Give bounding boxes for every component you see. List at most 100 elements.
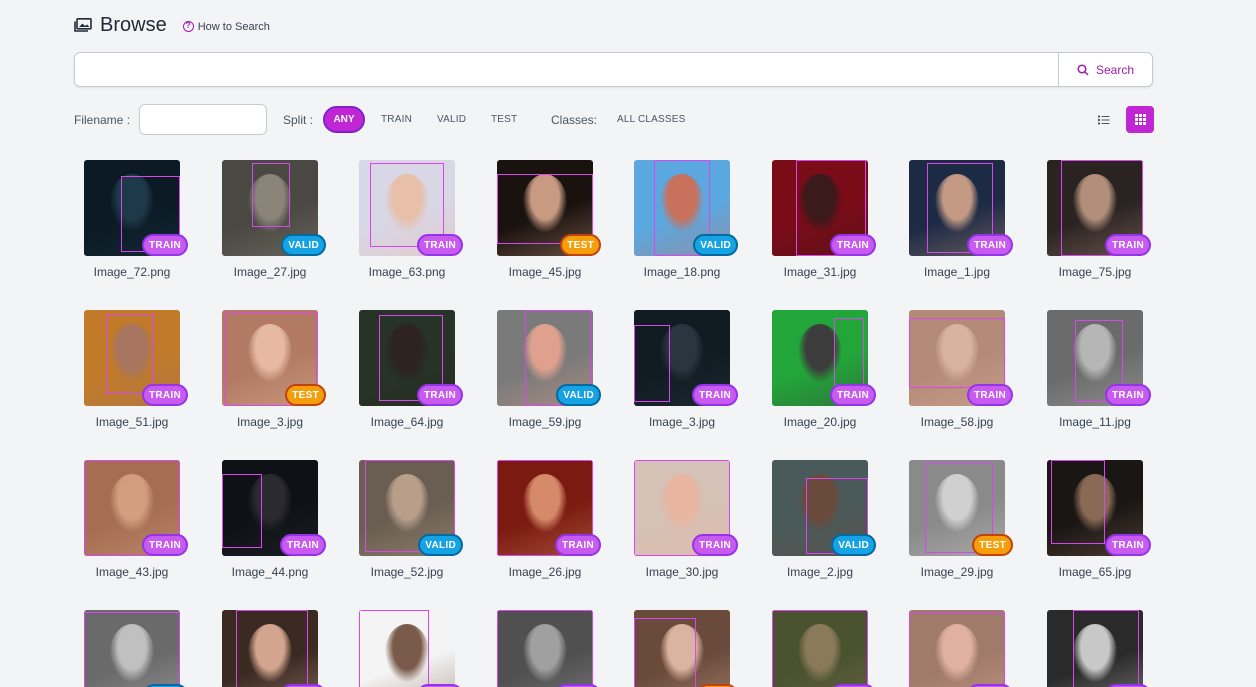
list-view-icon[interactable] [1098,114,1110,126]
image-card[interactable]: TRAIN [1047,610,1151,687]
split-any-button[interactable]: ANY [323,106,365,133]
image-filename: Image_2.jpg [786,565,854,579]
image-thumbnail[interactable] [909,610,1005,687]
image-card[interactable]: VALID Image_18.png [634,160,738,279]
bounding-box [909,318,1005,388]
image-card[interactable]: VALID Image_52.jpg [359,460,463,579]
bounding-box [772,610,868,687]
image-card[interactable]: TRAIN Image_58.jpg [909,310,1013,429]
image-card[interactable]: TEST Image_29.jpg [909,460,1013,579]
split-badge: TRAIN [279,534,326,556]
image-card[interactable]: VALID [84,610,188,687]
image-card[interactable]: TRAIN Image_64.jpg [359,310,463,429]
image-card[interactable]: TEST [634,610,738,687]
image-card[interactable]: TRAIN Image_20.jpg [772,310,876,429]
image-card[interactable]: TRAIN Image_43.jpg [84,460,188,579]
image-card[interactable]: TRAIN Image_44.png [222,460,326,579]
split-badge: VALID [693,234,738,256]
image-thumbnail[interactable] [634,610,730,687]
split-valid-option[interactable]: VALID [437,114,466,125]
image-card[interactable]: TEST Image_3.jpg [222,310,326,429]
image-card[interactable]: TRAIN Image_65.jpg [1047,460,1151,579]
image-card[interactable]: TRAIN Image_30.jpg [634,460,738,579]
split-badge: VALID [418,534,463,556]
image-filename: Image_58.jpg [920,415,994,429]
split-badge: TRAIN [1104,234,1151,256]
image-filename: Image_3.jpg [236,415,304,429]
images-icon [74,18,92,32]
image-card[interactable]: TRAIN Image_72.png [84,160,188,279]
filters-bar: Filename : Split : ANY TRAIN VALID TEST … [74,104,1154,136]
image-card[interactable]: TRAIN Image_63.png [359,160,463,279]
image-filename: Image_64.jpg [370,415,444,429]
bounding-box [252,163,290,227]
bounding-box [106,314,154,394]
image-filename: Image_43.jpg [95,565,169,579]
image-card[interactable]: TRAIN [497,610,601,687]
search-button-label: Search [1095,62,1135,77]
bounding-box [1073,610,1139,687]
image-filename: Image_65.jpg [1058,565,1132,579]
image-thumbnail[interactable] [772,610,868,687]
image-thumbnail[interactable] [84,610,180,687]
split-badge: TRAIN [1104,534,1151,556]
grid-view-button[interactable] [1126,106,1154,133]
image-thumbnail[interactable] [222,610,318,687]
image-card[interactable]: TRAIN Image_1.jpg [909,160,1013,279]
image-filename: Image_63.png [368,265,446,279]
image-card[interactable]: TRAIN [222,610,326,687]
image-card[interactable]: TRAIN Image_3.jpg [634,310,738,429]
filename-label: Filename : [74,113,131,127]
split-badge: TEST [972,534,1013,556]
image-card[interactable]: TRAIN Image_75.jpg [1047,160,1151,279]
image-card[interactable]: TRAIN Image_11.jpg [1047,310,1151,429]
bounding-box [634,325,670,402]
image-card[interactable]: TRAIN Image_51.jpg [84,310,188,429]
bounding-box [497,610,593,687]
split-badge: TEST [560,234,601,256]
image-card[interactable]: TRAIN [909,610,1013,687]
search-icon [1077,63,1089,76]
image-filename: Image_45.jpg [508,265,582,279]
image-filename: Image_59.jpg [508,415,582,429]
image-filename: Image_51.jpg [95,415,169,429]
image-filename: Image_1.jpg [923,265,991,279]
image-card[interactable]: TRAIN Image_26.jpg [497,460,601,579]
image-card[interactable]: VALID Image_27.jpg [222,160,326,279]
image-thumbnail[interactable] [1047,610,1143,687]
split-badge: TRAIN [691,384,738,406]
image-filename: Image_44.png [231,565,309,579]
image-card[interactable]: TEST Image_45.jpg [497,160,601,279]
split-badge: VALID [281,234,326,256]
search-input[interactable] [75,53,1059,86]
image-filename: Image_31.jpg [783,265,857,279]
image-filename: Image_52.jpg [370,565,444,579]
image-filename: Image_18.png [643,265,721,279]
split-train-option[interactable]: TRAIN [381,114,412,125]
bounding-box [1051,460,1105,544]
image-filename: Image_72.png [93,265,171,279]
image-card[interactable]: TRAIN [772,610,876,687]
split-badge: TRAIN [1104,384,1151,406]
image-card[interactable]: TRAIN [359,610,463,687]
image-filename: Image_75.jpg [1058,265,1132,279]
split-badge: TRAIN [966,384,1013,406]
search-button[interactable]: Search [1058,53,1152,86]
image-card[interactable]: VALID Image_2.jpg [772,460,876,579]
how-to-search-link[interactable]: ? How to Search [182,21,270,33]
image-filename: Image_29.jpg [920,565,994,579]
image-filename: Image_26.jpg [508,565,582,579]
image-thumbnail[interactable] [359,610,455,687]
split-test-option[interactable]: TEST [491,114,517,125]
split-badge: TRAIN [691,534,738,556]
image-filename: Image_30.jpg [645,565,719,579]
image-card[interactable]: TRAIN Image_31.jpg [772,160,876,279]
classes-select[interactable]: ALL CLASSES [617,114,686,125]
bounding-box [909,612,1005,687]
bounding-box [222,474,262,548]
image-filename: Image_27.jpg [233,265,307,279]
filename-input[interactable] [139,104,267,135]
bounding-box [359,610,429,687]
image-thumbnail[interactable] [497,610,593,687]
image-card[interactable]: VALID Image_59.jpg [497,310,601,429]
